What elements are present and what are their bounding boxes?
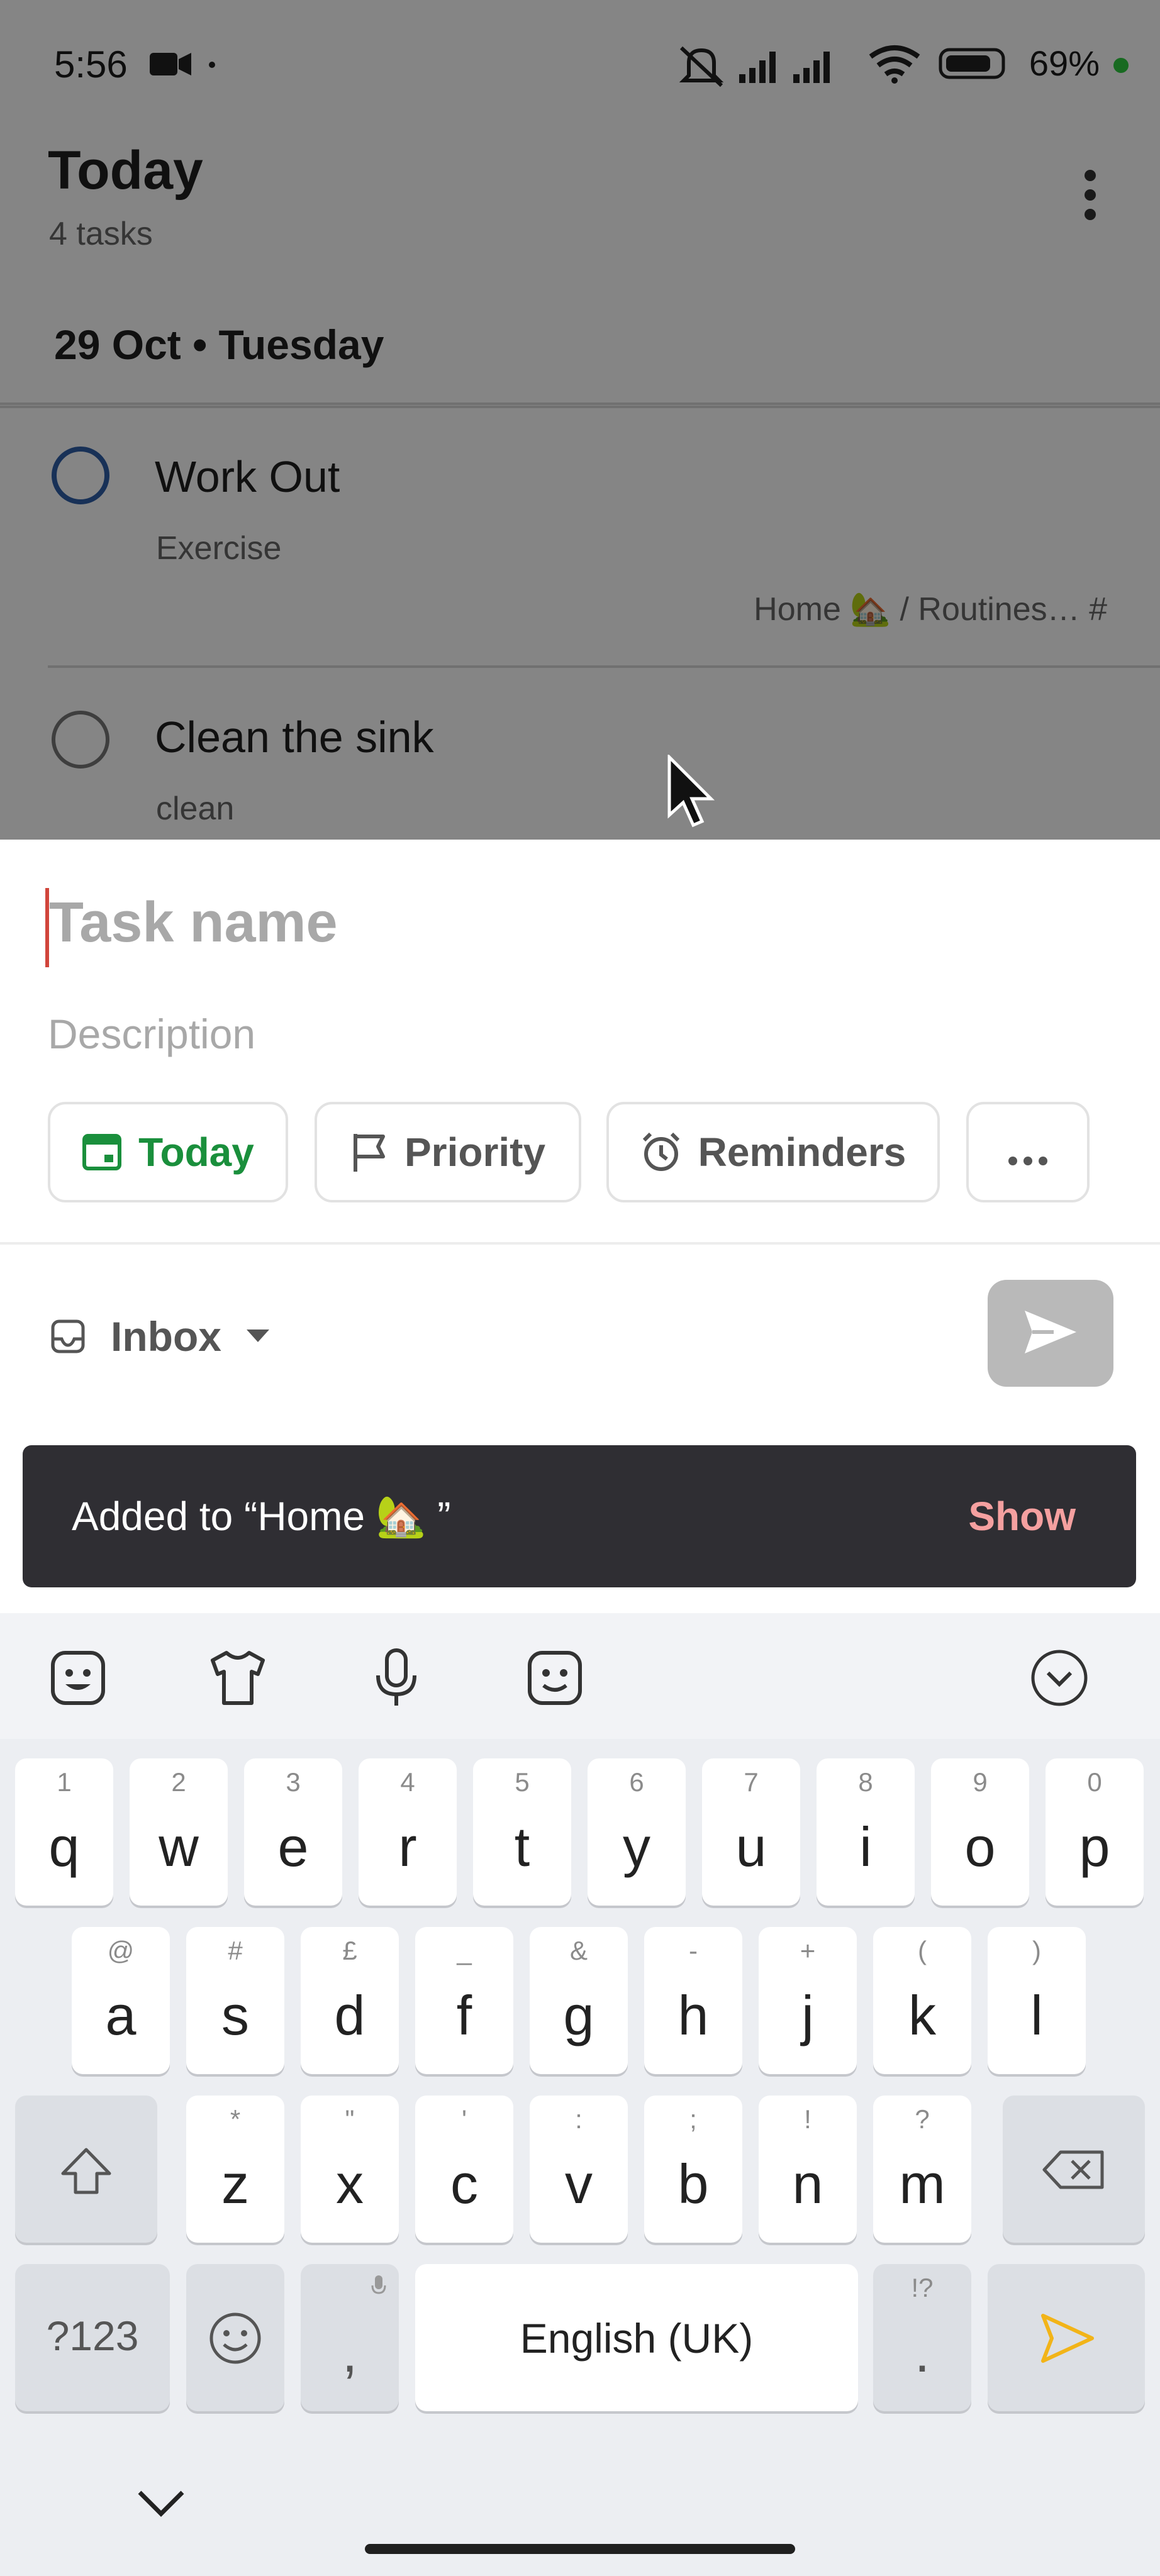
key-l[interactable]: ) l <box>988 1927 1086 2074</box>
sticker-icon[interactable] <box>48 1648 108 1708</box>
home-indicator <box>365 2544 795 2554</box>
mouse-cursor-icon <box>667 753 717 833</box>
key-z[interactable]: * z <box>186 2096 284 2243</box>
key-r[interactable]: 4r <box>359 1758 457 1906</box>
key-f[interactable]: _ f <box>415 1927 513 2074</box>
snackbar-show-button[interactable]: Show <box>968 1493 1076 1540</box>
add-task-send-button[interactable] <box>988 1280 1113 1387</box>
period-key[interactable]: !? . <box>873 2264 971 2411</box>
key-w[interactable]: 2w <box>130 1758 228 1906</box>
keyboard <box>0 1613 1160 2576</box>
key-v[interactable]: :v <box>530 2096 628 2243</box>
more-actions-chip[interactable] <box>966 1102 1090 1202</box>
divider <box>0 1242 1160 1245</box>
microphone-icon[interactable] <box>366 1648 427 1708</box>
hide-keyboard-chevron-icon[interactable] <box>136 2487 186 2522</box>
backspace-key[interactable] <box>1003 2096 1145 2243</box>
smiley-icon <box>208 2311 263 2369</box>
backspace-icon <box>1042 2150 1105 2193</box>
comma-key[interactable]: , <box>301 2264 399 2411</box>
description-input[interactable]: Description <box>48 1010 255 1058</box>
project-label: Inbox <box>111 1313 221 1360</box>
key-a[interactable]: @ a <box>72 1927 170 2074</box>
key-k[interactable]: (k <box>873 1927 971 2074</box>
key-b[interactable]: ; b <box>644 2096 742 2243</box>
key-m[interactable]: ? m <box>873 2096 971 2243</box>
key-g[interactable]: & g <box>530 1927 628 2074</box>
shift-icon <box>59 2146 113 2199</box>
task-name-input[interactable]: Task name <box>49 891 338 955</box>
shift-key[interactable] <box>15 2096 157 2243</box>
collapse-keyboard-icon[interactable] <box>1029 1648 1090 1708</box>
priority-chip[interactable]: Priority <box>315 1102 581 1202</box>
key-n[interactable]: ! n <box>759 2096 857 2243</box>
space-key[interactable]: English (UK) <box>415 2264 858 2411</box>
dropdown-arrow-icon <box>247 1330 269 1343</box>
priority-label: Priority <box>404 1130 546 1175</box>
key-q[interactable]: 1q <box>15 1758 113 1906</box>
small-microphone-icon <box>371 2274 386 2300</box>
key-s[interactable]: # s <box>186 1927 284 2074</box>
calendar-icon <box>82 1133 122 1171</box>
reminders-chip[interactable]: Reminders <box>606 1102 940 1202</box>
modal-scrim[interactable] <box>0 0 1160 840</box>
reminders-label: Reminders <box>698 1130 906 1175</box>
key-d[interactable]: £ d <box>301 1927 399 2074</box>
key-h[interactable]: -h <box>644 1927 742 2074</box>
due-date-chip[interactable]: Today <box>48 1102 288 1202</box>
key-i[interactable]: 8i <box>817 1758 915 1906</box>
key-p[interactable]: 0p <box>1046 1758 1144 1906</box>
emoji-key[interactable] <box>186 2264 284 2411</box>
snackbar-message: Added to “Home 🏡 ” <box>72 1494 451 1539</box>
alarm-clock-icon <box>640 1131 682 1173</box>
key-e[interactable]: 3e <box>244 1758 342 1906</box>
project-selector[interactable]: Inbox <box>50 1308 269 1365</box>
key-y[interactable]: 6y <box>588 1758 686 1906</box>
key-c[interactable]: ' c <box>415 2096 513 2243</box>
send-arrow-icon <box>1039 2312 1096 2368</box>
key-u[interactable]: 7u <box>702 1758 800 1906</box>
key-o[interactable]: 9o <box>931 1758 1029 1906</box>
theme-shirt-icon[interactable] <box>208 1648 268 1708</box>
due-date-label: Today <box>138 1130 254 1175</box>
flag-icon <box>350 1131 388 1173</box>
emoji-sticker-icon[interactable] <box>525 1648 585 1708</box>
snackbar: Added to “Home 🏡 ” Show <box>23 1445 1136 1587</box>
send-icon <box>1022 1307 1079 1360</box>
keyboard-send-key[interactable] <box>988 2264 1145 2411</box>
symbols-key[interactable]: ?123 <box>15 2264 170 2411</box>
key-t[interactable]: 5t <box>473 1758 571 1906</box>
ellipsis-icon <box>1008 1129 1048 1175</box>
key-j[interactable]: + j <box>759 1927 857 2074</box>
key-x[interactable]: " x <box>301 2096 399 2243</box>
inbox-icon <box>50 1319 86 1354</box>
